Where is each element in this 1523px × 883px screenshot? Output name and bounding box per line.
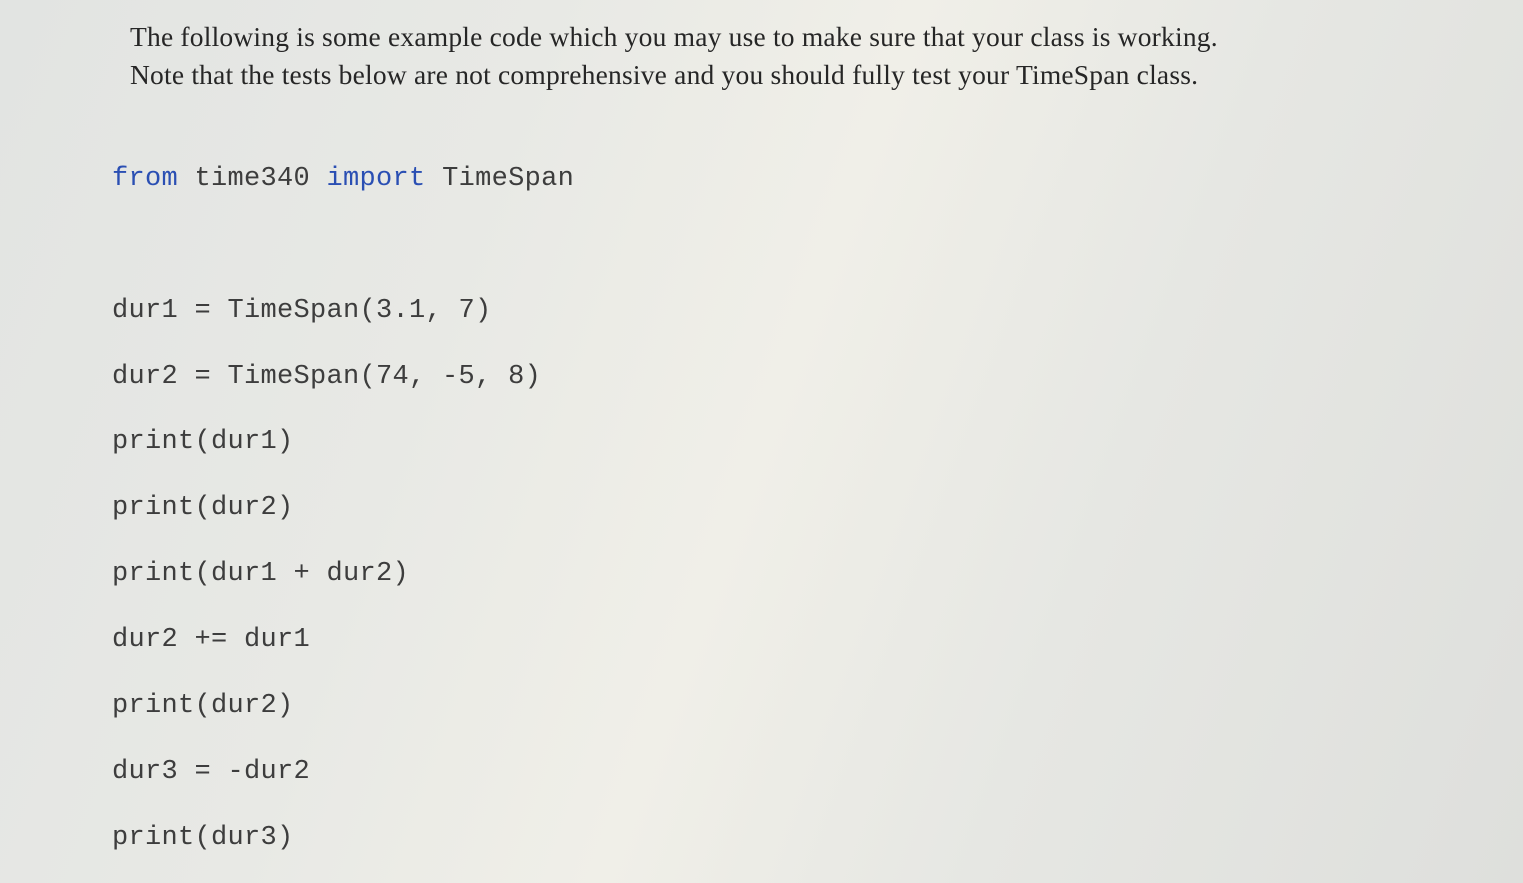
blank-line bbox=[112, 229, 1463, 262]
code-line: dur3 = -dur2 bbox=[112, 756, 1463, 789]
instruction-line-1: The following is some example code which… bbox=[130, 21, 1218, 52]
code-line: print(dur2) bbox=[112, 690, 1463, 723]
code-line: print(dur1) bbox=[112, 426, 1463, 459]
keyword-from: from bbox=[112, 164, 178, 194]
module-name: time340 bbox=[178, 164, 327, 194]
code-line: print(dur3) bbox=[112, 822, 1463, 855]
class-name: TimeSpan bbox=[426, 164, 575, 194]
code-line: dur1 = TimeSpan(3.1, 7) bbox=[112, 295, 1463, 328]
instruction-line-2: Note that the tests below are not compre… bbox=[130, 59, 1198, 90]
code-line: print(dur2) bbox=[112, 492, 1463, 525]
code-block: from time340 import TimeSpan dur1 = Time… bbox=[112, 130, 1463, 883]
instructions-text: The following is some example code which… bbox=[130, 18, 1463, 94]
code-line: dur2 += dur1 bbox=[112, 624, 1463, 657]
page-content: The following is some example code which… bbox=[0, 0, 1523, 883]
keyword-import: import bbox=[327, 164, 426, 194]
code-line: print(dur1 + dur2) bbox=[112, 558, 1463, 591]
code-line: dur2 = TimeSpan(74, -5, 8) bbox=[112, 361, 1463, 394]
code-line-import: from time340 import TimeSpan bbox=[112, 163, 1463, 196]
